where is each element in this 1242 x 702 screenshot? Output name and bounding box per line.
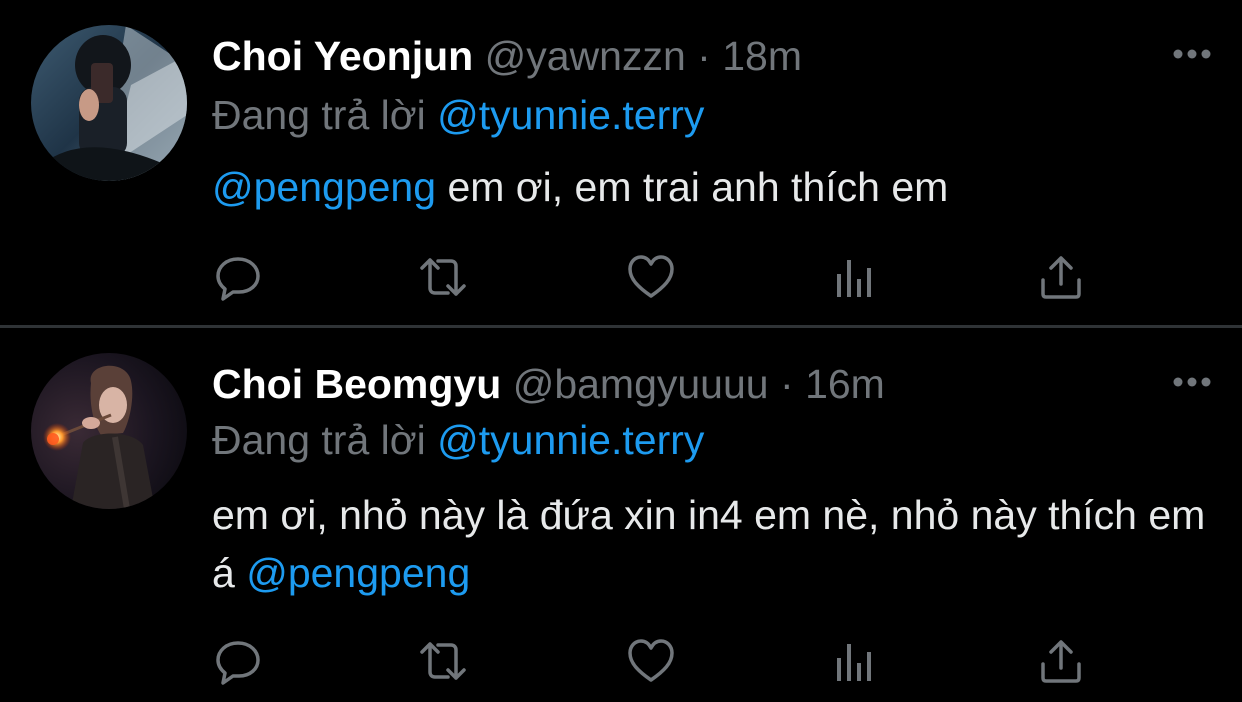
timestamp[interactable]: 16m <box>805 361 885 407</box>
body-content: em ơi, em trai anh thích em <box>436 164 949 210</box>
analytics-icon[interactable] <box>832 252 882 302</box>
more-options-icon[interactable] <box>1172 376 1212 388</box>
user-handle[interactable]: @yawnzzn <box>485 33 686 79</box>
separator-dot: · <box>697 33 711 79</box>
retweet-icon[interactable] <box>418 252 468 302</box>
reply-to-mention[interactable]: @tyunnie.terry <box>437 92 704 138</box>
timestamp[interactable]: 18m <box>722 33 802 79</box>
tweet-text: em ơi, nhỏ này là đứa xin in4 em nè, nhỏ… <box>212 486 1222 602</box>
reply-icon[interactable] <box>213 636 263 686</box>
avatar[interactable] <box>31 25 187 181</box>
user-handle[interactable]: @bamgyuuuu <box>513 361 769 407</box>
separator-dot: · <box>780 361 794 407</box>
action-bar <box>0 636 1242 686</box>
body-mention[interactable]: @pengpeng <box>212 164 436 210</box>
tweet-header: Choi Yeonjun @yawnzzn · 18m <box>212 31 802 81</box>
share-icon[interactable] <box>1036 636 1086 686</box>
display-name[interactable]: Choi Beomgyu <box>212 361 501 407</box>
reply-context: Đang trả lời @tyunnie.terry <box>212 415 704 465</box>
reply-to-mention[interactable]: @tyunnie.terry <box>437 417 704 463</box>
more-options-icon[interactable] <box>1172 48 1212 60</box>
tweet-item[interactable]: Choi Yeonjun @yawnzzn · 18m Đang trả lời… <box>0 0 1242 326</box>
avatar[interactable] <box>31 353 187 509</box>
display-name[interactable]: Choi Yeonjun <box>212 33 473 79</box>
like-icon[interactable] <box>626 636 676 686</box>
tweet-text: @pengpeng em ơi, em trai anh thích em <box>212 158 1222 216</box>
body-mention[interactable]: @pengpeng <box>246 550 470 596</box>
like-icon[interactable] <box>626 252 676 302</box>
analytics-icon[interactable] <box>832 636 882 686</box>
tweet-item[interactable]: Choi Beomgyu @bamgyuuuu · 16m Đang trả l… <box>0 328 1242 702</box>
share-icon[interactable] <box>1036 252 1086 302</box>
reply-prefix: Đang trả lời <box>212 92 426 138</box>
reply-context: Đang trả lời @tyunnie.terry <box>212 90 704 140</box>
reply-icon[interactable] <box>213 252 263 302</box>
reply-prefix: Đang trả lời <box>212 417 426 463</box>
action-bar <box>0 252 1242 302</box>
tweet-header: Choi Beomgyu @bamgyuuuu · 16m <box>212 359 885 409</box>
retweet-icon[interactable] <box>418 636 468 686</box>
